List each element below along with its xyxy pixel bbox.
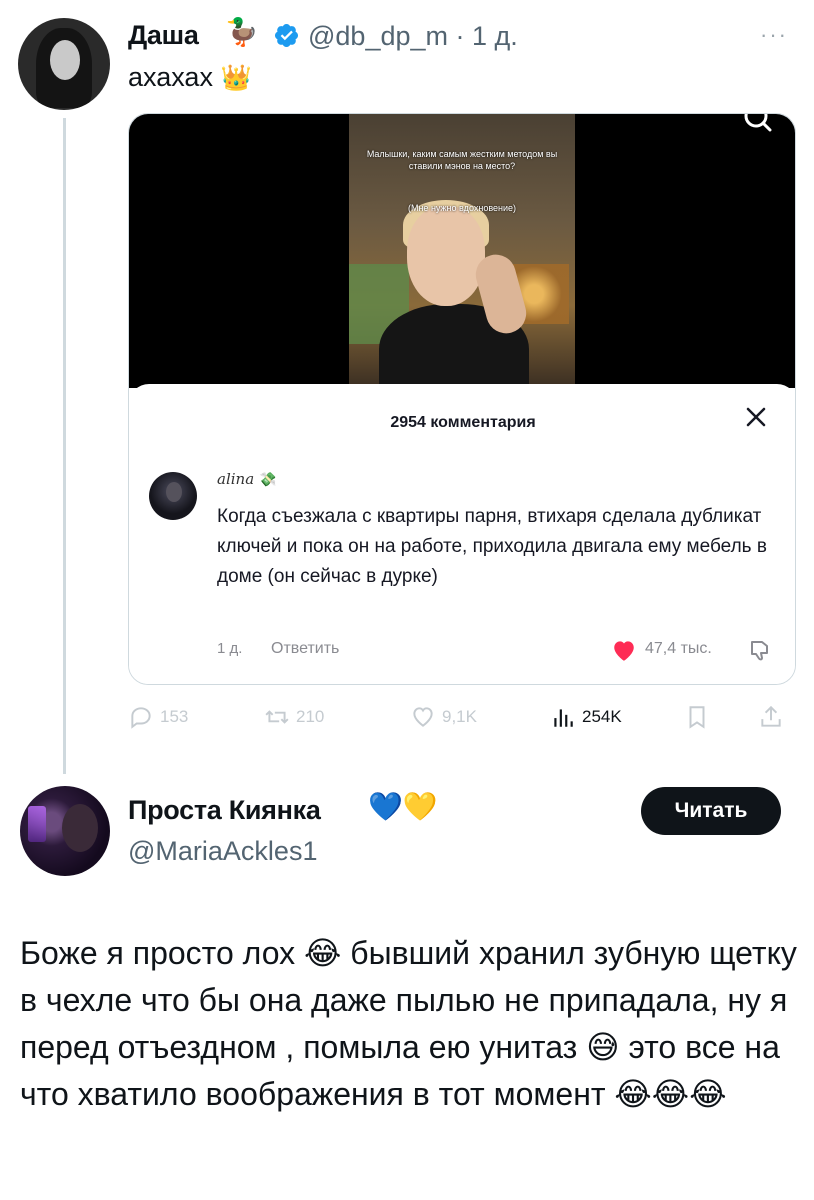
handle-and-time[interactable]: @db_dp_m · 1 д. <box>308 21 518 52</box>
like-count: 9,1K <box>442 707 477 726</box>
like-button[interactable]: 9,1K <box>410 704 477 730</box>
views-chart-icon <box>554 709 573 727</box>
views-button[interactable]: 254K <box>550 704 622 730</box>
thread-line <box>63 118 66 774</box>
hearts-emoji-icon: 💙💛 <box>368 791 438 822</box>
reply-button[interactable]: 153 <box>128 704 188 730</box>
video-frame: Малышки, каким самым жестким методом вы … <box>349 114 575 388</box>
tweet-text: ахахах 👑 <box>128 62 252 92</box>
heart-outline-icon <box>413 707 433 727</box>
bookmark-icon <box>689 706 705 729</box>
media-attachment[interactable]: Малышки, каким самым жестким методом вы … <box>128 113 796 685</box>
more-options-icon[interactable]: ··· <box>760 22 788 48</box>
author-name[interactable]: Проста Киянка <box>128 795 321 826</box>
dislike-icon <box>751 641 768 661</box>
heart-filled-icon <box>614 641 634 661</box>
comment-time: 1 д. <box>217 640 243 657</box>
reply-count: 153 <box>160 707 189 726</box>
reply-icon <box>131 707 151 729</box>
follow-button[interactable]: Читать <box>641 787 781 835</box>
share-button[interactable] <box>758 704 784 730</box>
retweet-icon <box>265 710 289 724</box>
retweet-count: 210 <box>296 707 325 726</box>
comments-count-title: 2954 комментария <box>390 414 536 431</box>
views-count: 254K <box>582 707 622 726</box>
money-emoji-icon: 💸 <box>258 472 277 488</box>
tweet-actions: 153 210 9,1K 254K <box>128 700 796 736</box>
commenter-name: alina 💸 <box>217 470 277 488</box>
avatar[interactable] <box>20 786 110 876</box>
tweet-text: Боже я просто лох 😂 бывший хранил зубную… <box>20 935 797 1112</box>
avatar[interactable] <box>18 18 110 110</box>
author-name[interactable]: Даша <box>128 20 199 51</box>
video-caption-sub: (Мне нужно вдохновение) <box>407 203 517 213</box>
duck-emoji-icon: 🦆 <box>225 17 259 47</box>
author-handle[interactable]: @MariaAckles1 <box>128 836 317 867</box>
comment-likes: 47,4 тыс. <box>645 640 712 657</box>
crown-emoji-icon: 👑 <box>220 64 252 92</box>
search-icon <box>744 114 772 132</box>
comment-text: Когда съезжала с квартиры парня, втихаря… <box>217 506 767 587</box>
commenter-avatar <box>149 472 197 520</box>
comment-reply-label: Ответить <box>271 640 340 657</box>
comments-sheet: 2954 комментария alina 💸 Когда съезжала … <box>129 384 795 684</box>
video-caption: Малышки, каким самым жестким методом вы … <box>366 149 558 171</box>
verified-badge-icon <box>274 23 299 48</box>
bookmark-button[interactable] <box>684 704 710 730</box>
share-icon <box>761 705 781 727</box>
retweet-button[interactable]: 210 <box>264 704 324 730</box>
close-icon <box>746 407 766 427</box>
